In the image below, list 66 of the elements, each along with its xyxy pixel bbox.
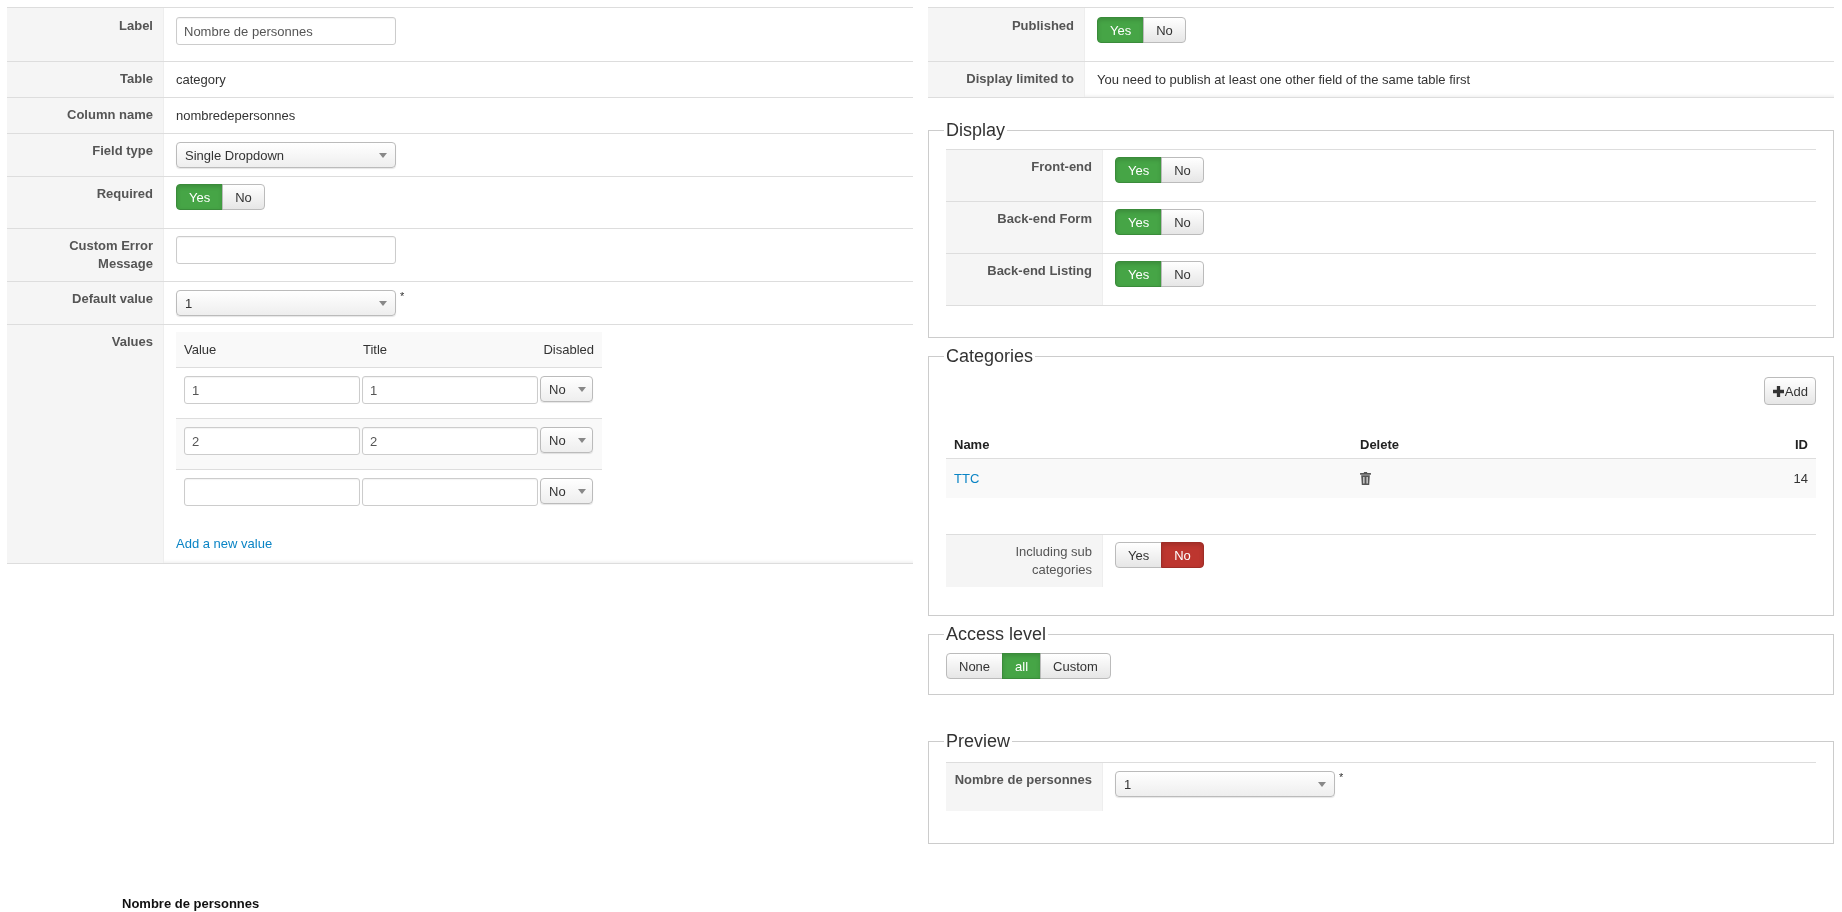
- add-button[interactable]: Add: [1763, 377, 1816, 405]
- toggle-option[interactable]: Custom: [1040, 653, 1111, 679]
- toggle-option[interactable]: No: [1143, 17, 1186, 43]
- field-label: Back-end Form: [946, 202, 1103, 253]
- field-label: Column name: [7, 98, 164, 133]
- field-label: Including sub categories: [946, 535, 1103, 587]
- field-label: Default value: [7, 282, 164, 324]
- caret-icon: [379, 300, 387, 306]
- caret-icon: [578, 386, 586, 392]
- table-cell: 14: [1793, 471, 1808, 486]
- text-field[interactable]: Nombre de personnes: [176, 17, 396, 45]
- text-field[interactable]: [362, 478, 538, 506]
- toggle-option[interactable]: No: [1161, 261, 1204, 287]
- text-field[interactable]: 2: [184, 427, 360, 455]
- field-label: Required: [7, 177, 164, 228]
- field-label: Field type: [7, 134, 164, 176]
- toggle-option[interactable]: Yes: [1115, 542, 1163, 568]
- section-title: Access level: [945, 624, 1048, 645]
- field-label: Label: [7, 8, 164, 61]
- field-value: You need to publish at least one other field of the same table first: [1097, 72, 1471, 87]
- text-field[interactable]: [176, 236, 396, 264]
- field-label: Front-end: [946, 150, 1103, 201]
- field-label: Nombre de personnes: [946, 763, 1103, 811]
- column-header: Value: [184, 342, 218, 357]
- toggle-option[interactable]: No: [1161, 157, 1204, 183]
- required-mark: *: [1339, 770, 1344, 784]
- field-label: Custom Error Message: [7, 229, 164, 281]
- preview-label: Nombre de personnes: [122, 896, 260, 912]
- caret-icon: [578, 437, 586, 443]
- column-header: Title: [363, 342, 389, 357]
- dropdown[interactable]: 1: [1115, 771, 1335, 797]
- text-field[interactable]: 2: [362, 427, 538, 455]
- section-title: Display: [945, 120, 1007, 141]
- field-label: Values: [7, 325, 164, 563]
- column-header: ID: [1795, 436, 1808, 452]
- field-label: Back-end Listing: [946, 254, 1103, 305]
- text-field[interactable]: 1: [362, 376, 538, 404]
- plus-icon: [1772, 385, 1784, 397]
- required-mark: *: [400, 289, 405, 303]
- caret-icon: [379, 152, 387, 158]
- text-field[interactable]: 1: [184, 376, 360, 404]
- dropdown[interactable]: 1: [176, 290, 396, 316]
- add-value-link[interactable]: Add a new value: [176, 536, 901, 551]
- toggle-option[interactable]: No: [1161, 209, 1204, 235]
- column-header: Delete: [1360, 436, 1401, 452]
- field-value: nombredepersonnes: [176, 108, 296, 123]
- column-header: Name: [954, 436, 991, 452]
- caret-icon: [1318, 781, 1326, 787]
- section-title: Categories: [945, 346, 1035, 367]
- text-field[interactable]: [184, 478, 360, 506]
- dropdown[interactable]: No: [540, 427, 593, 453]
- column-header: Disabled: [543, 342, 594, 357]
- field-label: Published: [928, 8, 1085, 61]
- toggle-option[interactable]: None: [946, 653, 1004, 679]
- field-label: Table: [7, 62, 164, 97]
- category-link[interactable]: TTC: [954, 471, 980, 486]
- caret-icon: [578, 488, 586, 494]
- field-label: Display limited to: [928, 62, 1085, 97]
- toggle-option[interactable]: No: [222, 184, 265, 210]
- dropdown[interactable]: Single Dropdown: [176, 142, 396, 168]
- field-value: category: [176, 72, 226, 87]
- section-title: Preview: [945, 731, 1012, 752]
- trash-icon[interactable]: [1360, 472, 1371, 485]
- dropdown[interactable]: No: [540, 376, 593, 402]
- dropdown[interactable]: No: [540, 478, 593, 504]
- toggle-option[interactable]: No: [1161, 542, 1204, 568]
